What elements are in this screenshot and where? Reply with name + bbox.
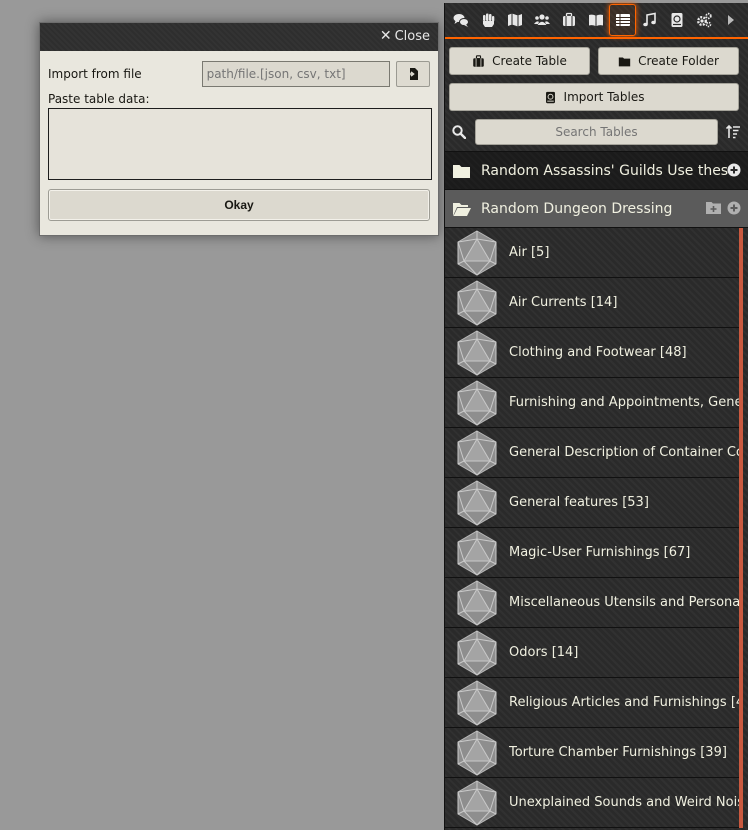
- table-entry-name: Air Currents [14]: [509, 295, 618, 310]
- d20-icon: [453, 729, 501, 777]
- d20-icon: [453, 329, 501, 377]
- d20-icon: [453, 779, 501, 827]
- file-import-icon: [407, 68, 419, 80]
- search-icon: [452, 125, 466, 139]
- import-file-label: Import from file: [48, 67, 142, 81]
- create-folder-button[interactable]: Create Folder: [598, 47, 739, 75]
- close-button[interactable]: ✕ Close: [380, 28, 430, 44]
- table-entry[interactable]: General Description of Container Content…: [445, 428, 739, 478]
- settings-tab[interactable]: [690, 4, 717, 36]
- comments-icon: [453, 14, 469, 27]
- tables-tab[interactable]: [609, 4, 636, 36]
- create-table-label: Create Table: [492, 54, 567, 68]
- create-folder-label: Create Folder: [638, 54, 719, 68]
- paste-data-textarea[interactable]: [48, 108, 432, 180]
- cogs-icon: [696, 12, 712, 28]
- table-entry[interactable]: Odors [14]: [445, 628, 739, 678]
- create-entry-icon[interactable]: [727, 201, 741, 219]
- sidebar-tabs: [445, 3, 748, 39]
- folder-open-icon: [453, 202, 471, 216]
- d20-icon: [453, 229, 501, 277]
- folder-label: Random Assassins' Guilds Use these: [481, 162, 737, 179]
- scenes-tab[interactable]: [501, 4, 528, 36]
- table-entry-name: Religious Articles and Furnishings [43]: [509, 695, 739, 710]
- sidebar: Create Table Create Folder Import Tables…: [444, 3, 748, 830]
- table-entry[interactable]: Air [5]: [445, 228, 739, 278]
- table-entry[interactable]: Clothing and Footwear [48]: [445, 328, 739, 378]
- table-entry-name: General Description of Container Content…: [509, 445, 739, 460]
- close-icon: ✕: [379, 28, 392, 44]
- table-entry[interactable]: Unexplained Sounds and Weird Noises: [445, 778, 739, 828]
- d20-icon: [453, 379, 501, 427]
- suitcase-icon: [473, 54, 484, 67]
- table-entries: Air [5] Air Currents [14] Clothing and Foo…: [445, 228, 743, 828]
- music-icon: [642, 12, 656, 27]
- create-entry-icon[interactable]: [727, 163, 741, 181]
- import-tables-button[interactable]: Import Tables: [449, 83, 739, 111]
- folder-random-dungeon-dressing[interactable]: Random Dungeon Dressing: [445, 190, 748, 228]
- table-entry[interactable]: Magic-User Furnishings [67]: [445, 528, 739, 578]
- okay-button[interactable]: Okay: [48, 189, 430, 221]
- suitcase-icon: [562, 12, 575, 26]
- atlas-icon: [671, 13, 682, 27]
- table-entry-name: Furnishing and Appointments, General: [509, 395, 739, 410]
- folder-random-assassins-guilds[interactable]: Random Assassins' Guilds Use these: [445, 152, 748, 190]
- import-tables-label: Import Tables: [563, 90, 645, 104]
- create-table-button[interactable]: Create Table: [449, 47, 590, 75]
- table-entry-name: General features [53]: [509, 495, 649, 510]
- folder-icon: [453, 164, 471, 178]
- table-entry-name: Clothing and Footwear [48]: [509, 345, 687, 360]
- compendium-tab[interactable]: [663, 4, 690, 36]
- d20-icon: [453, 629, 501, 677]
- import-dialog: ✕ Close Import from file Paste table dat…: [39, 22, 439, 236]
- sort-button[interactable]: [726, 125, 740, 139]
- table-entry[interactable]: General features [53]: [445, 478, 739, 528]
- create-subfolder-icon[interactable]: [706, 201, 721, 219]
- table-entry-name: Air [5]: [509, 245, 550, 260]
- table-entry-name: Miscellaneous Utensils and Personal Item…: [509, 595, 739, 610]
- table-entry[interactable]: Religious Articles and Furnishings [43]: [445, 678, 739, 728]
- table-directory: Random Assassins' Guilds Use these Rando…: [445, 151, 748, 830]
- table-entry-name: Magic-User Furnishings [67]: [509, 545, 691, 560]
- d20-icon: [453, 479, 501, 527]
- combat-tab[interactable]: [474, 4, 501, 36]
- paste-data-label: Paste table data:: [48, 92, 150, 106]
- d20-icon: [453, 579, 501, 627]
- atlas-icon: [545, 91, 555, 103]
- d20-icon: [453, 279, 501, 327]
- table-entry-name: Unexplained Sounds and Weird Noises: [509, 795, 739, 810]
- dialog-header[interactable]: ✕ Close: [40, 23, 438, 51]
- fist-icon: [482, 13, 494, 27]
- folder-icon: [618, 56, 631, 66]
- table-entry-name: Torture Chamber Furnishings [39]: [509, 745, 727, 760]
- chat-tab[interactable]: [447, 4, 474, 36]
- d20-icon: [453, 679, 501, 727]
- d20-icon: [453, 529, 501, 577]
- close-label: Close: [394, 28, 430, 44]
- search-input[interactable]: [475, 119, 718, 145]
- file-path-input[interactable]: [201, 61, 391, 87]
- table-list-icon: [615, 14, 630, 26]
- users-icon: [533, 14, 550, 25]
- table-entry[interactable]: Air Currents [14]: [445, 278, 739, 328]
- playlists-tab[interactable]: [636, 4, 663, 36]
- map-icon: [507, 13, 522, 27]
- actors-tab[interactable]: [528, 4, 555, 36]
- sort-icon: [726, 125, 740, 139]
- table-entry-name: Odors [14]: [509, 645, 579, 660]
- table-entry[interactable]: Torture Chamber Furnishings [39]: [445, 728, 739, 778]
- file-picker-button[interactable]: [396, 61, 430, 87]
- table-entry[interactable]: Furnishing and Appointments, General: [445, 378, 739, 428]
- caret-right-icon: [727, 15, 734, 25]
- d20-icon: [453, 429, 501, 477]
- book-open-icon: [588, 14, 603, 26]
- items-tab[interactable]: [555, 4, 582, 36]
- journal-tab[interactable]: [582, 4, 609, 36]
- collapse-tab[interactable]: [717, 4, 744, 36]
- table-entry[interactable]: Miscellaneous Utensils and Personal Item…: [445, 578, 739, 628]
